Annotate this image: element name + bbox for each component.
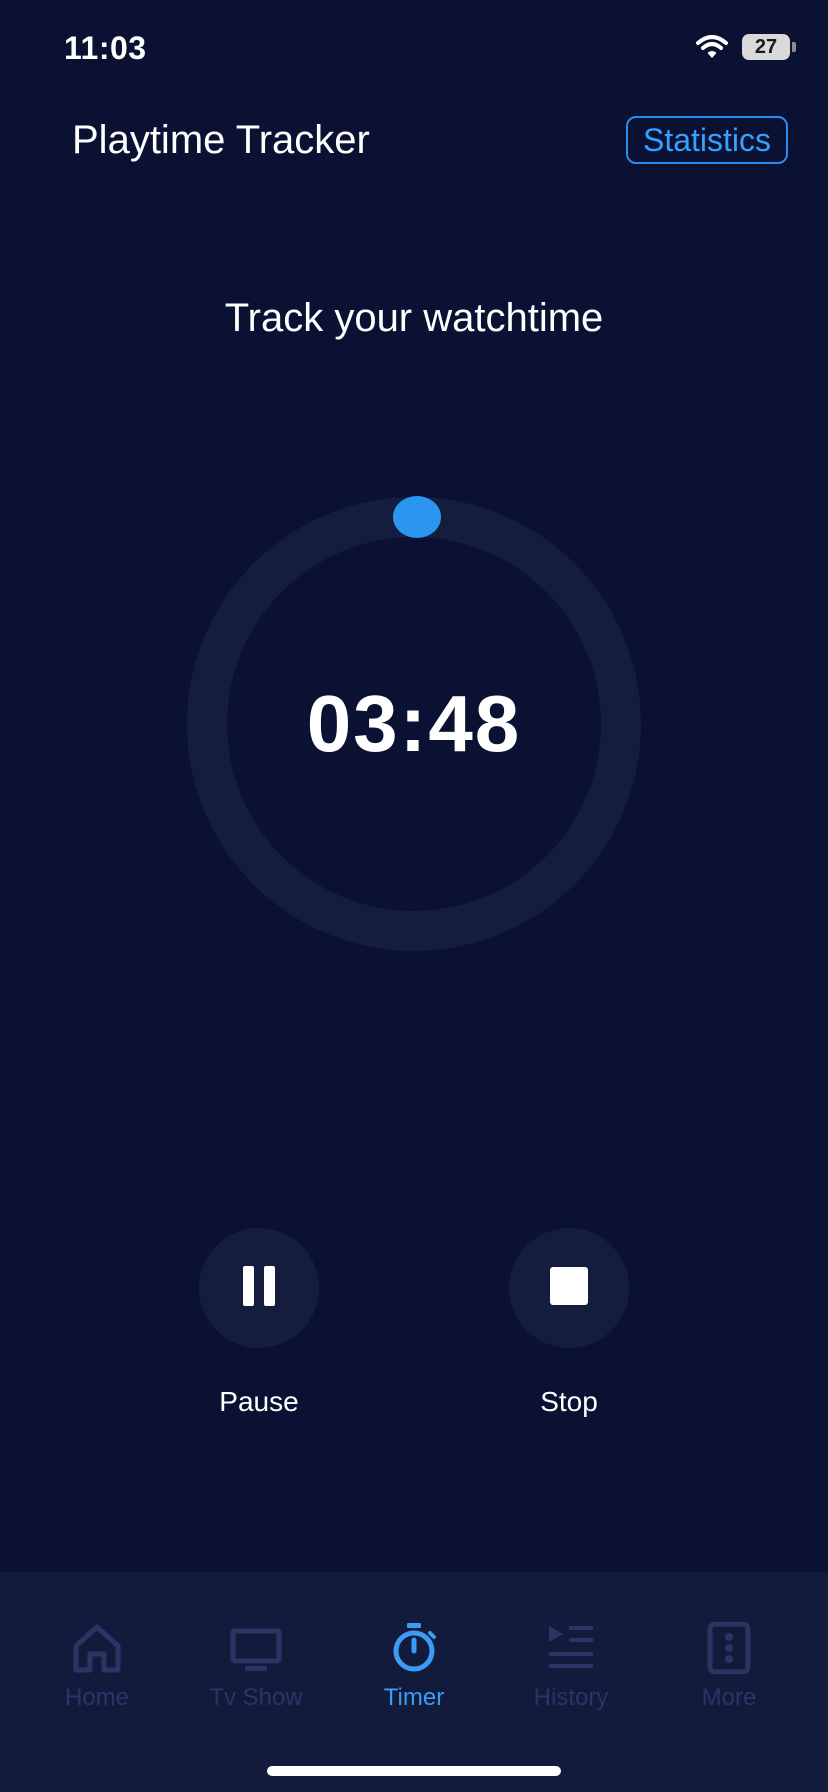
tab-more-label: More bbox=[701, 1684, 757, 1711]
stopwatch-icon bbox=[339, 1622, 489, 1674]
pause-control: Pause bbox=[199, 1228, 319, 1418]
stop-icon bbox=[550, 1266, 588, 1310]
tab-tv-show[interactable]: Tv Show bbox=[181, 1622, 331, 1712]
tab-bar: Home Tv Show Timer History More bbox=[0, 1572, 828, 1792]
pause-label: Pause bbox=[219, 1386, 299, 1417]
statistics-button[interactable]: Statistics bbox=[626, 116, 788, 164]
page-title: Playtime Tracker bbox=[72, 118, 370, 162]
more-icon bbox=[654, 1622, 804, 1674]
status-time: 11:03 bbox=[64, 30, 147, 66]
wifi-icon bbox=[696, 35, 728, 59]
home-indicator[interactable] bbox=[267, 1766, 561, 1776]
pause-icon bbox=[243, 1265, 275, 1311]
subtitle: Track your watchtime bbox=[224, 296, 604, 340]
status-indicators: 27 bbox=[648, 34, 796, 60]
progress-knob bbox=[393, 496, 441, 538]
tab-history[interactable]: History bbox=[496, 1622, 646, 1712]
stop-button[interactable] bbox=[509, 1228, 629, 1348]
timer-display: 03:48 bbox=[306, 679, 522, 768]
tab-history-label: History bbox=[533, 1684, 609, 1711]
home-icon bbox=[22, 1622, 172, 1674]
stop-control: Stop bbox=[509, 1228, 629, 1418]
tab-timer-label: Timer bbox=[383, 1684, 445, 1711]
tab-timer[interactable]: Timer bbox=[339, 1622, 489, 1712]
tab-home[interactable]: Home bbox=[22, 1622, 172, 1712]
pause-button[interactable] bbox=[199, 1228, 319, 1348]
stop-label: Stop bbox=[540, 1386, 598, 1417]
battery-tip bbox=[792, 42, 796, 52]
tab-more[interactable]: More bbox=[654, 1622, 804, 1712]
tv-icon bbox=[181, 1622, 331, 1674]
status-bar: 11:03 27 bbox=[0, 0, 828, 100]
cellular-signal-icon bbox=[648, 36, 682, 58]
battery-level: 27 bbox=[742, 34, 790, 60]
tab-tv-show-label: Tv Show bbox=[209, 1684, 303, 1711]
playlist-icon bbox=[496, 1622, 646, 1674]
battery-icon: 27 bbox=[742, 34, 796, 60]
tab-home-label: Home bbox=[64, 1684, 130, 1711]
